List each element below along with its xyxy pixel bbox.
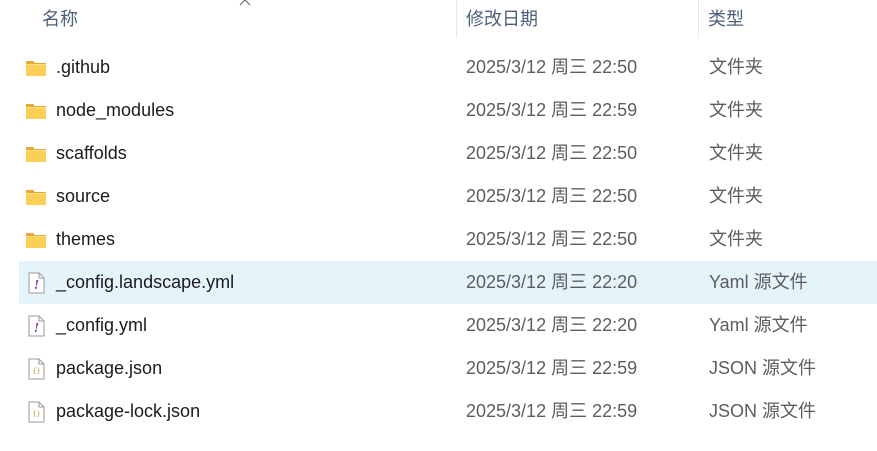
column-header-name[interactable]: 名称	[42, 0, 452, 38]
file-type: Yaml 源文件	[709, 315, 808, 335]
file-date-modified: 2025/3/12 周三 22:50	[466, 186, 638, 206]
json-file-icon: {}	[25, 358, 47, 380]
file-type: 文件夹	[709, 100, 763, 120]
file-date-modified: 2025/3/12 周三 22:59	[466, 401, 638, 421]
column-divider[interactable]	[698, 0, 699, 38]
file-row[interactable]: ! _config.landscape.yml 2025/3/12 周三 22:20…	[19, 261, 877, 304]
file-date-modified: 2025/3/12 周三 22:20	[466, 315, 638, 335]
file-name[interactable]: source	[56, 175, 110, 218]
file-type: 文件夹	[709, 186, 763, 206]
file-list: .github 2025/3/12 周三 22:50 文件夹 node_modules…	[0, 46, 877, 433]
svg-text:{}: {}	[32, 410, 40, 418]
file-date-modified: 2025/3/12 周三 22:59	[466, 100, 638, 120]
file-date-modified: 2025/3/12 周三 22:59	[466, 358, 638, 378]
file-type: 文件夹	[709, 229, 763, 249]
svg-text:!: !	[34, 321, 39, 335]
yaml-file-icon: !	[25, 272, 47, 294]
file-row[interactable]: themes 2025/3/12 周三 22:50 文件夹	[19, 218, 877, 261]
column-divider[interactable]	[456, 0, 457, 38]
file-row[interactable]: ! _config.yml 2025/3/12 周三 22:20 Yaml 源文件	[19, 304, 877, 347]
file-name[interactable]: node_modules	[56, 89, 174, 132]
file-date-modified: 2025/3/12 周三 22:50	[466, 57, 638, 77]
file-name[interactable]: scaffolds	[56, 132, 127, 175]
file-name[interactable]: themes	[56, 218, 115, 261]
file-row[interactable]: source 2025/3/12 周三 22:50 文件夹	[19, 175, 877, 218]
file-type: JSON 源文件	[709, 358, 817, 378]
file-row[interactable]: {} package-lock.json 2025/3/12 周三 22:59 JSO…	[19, 390, 877, 433]
file-name[interactable]: _config.yml	[56, 304, 147, 347]
column-header-type[interactable]: 类型	[708, 0, 868, 38]
file-name[interactable]: .github	[56, 46, 110, 89]
folder-icon	[25, 143, 47, 165]
file-type: Yaml 源文件	[709, 272, 808, 292]
file-date-modified: 2025/3/12 周三 22:50	[466, 143, 638, 163]
folder-icon	[25, 229, 47, 251]
folder-icon	[25, 186, 47, 208]
folder-icon	[25, 100, 47, 122]
file-row[interactable]: .github 2025/3/12 周三 22:50 文件夹	[19, 46, 877, 89]
file-name[interactable]: _config.landscape.yml	[56, 261, 234, 304]
file-date-modified: 2025/3/12 周三 22:20	[466, 272, 638, 292]
file-type: 文件夹	[709, 57, 763, 77]
file-name[interactable]: package.json	[56, 347, 162, 390]
file-date-modified: 2025/3/12 周三 22:50	[466, 229, 638, 249]
file-row[interactable]: scaffolds 2025/3/12 周三 22:50 文件夹	[19, 132, 877, 175]
column-header-date-modified[interactable]: 修改日期	[466, 0, 696, 38]
file-explorer-details-view: 名称 修改日期 类型 .github 2025/3/12 周三 22:50 文件夹 n…	[0, 0, 877, 451]
file-type: 文件夹	[709, 143, 763, 163]
file-name[interactable]: package-lock.json	[56, 390, 200, 433]
file-row[interactable]: node_modules 2025/3/12 周三 22:59 文件夹	[19, 89, 877, 132]
file-type: JSON 源文件	[709, 401, 817, 421]
yaml-file-icon: !	[25, 315, 47, 337]
file-row[interactable]: {} package.json 2025/3/12 周三 22:59 JSON 源文件	[19, 347, 877, 390]
svg-text:!: !	[34, 278, 39, 292]
column-header-bar: 名称 修改日期 类型	[0, 0, 877, 38]
svg-text:{}: {}	[32, 367, 40, 375]
json-file-icon: {}	[25, 401, 47, 423]
folder-icon	[25, 57, 47, 79]
